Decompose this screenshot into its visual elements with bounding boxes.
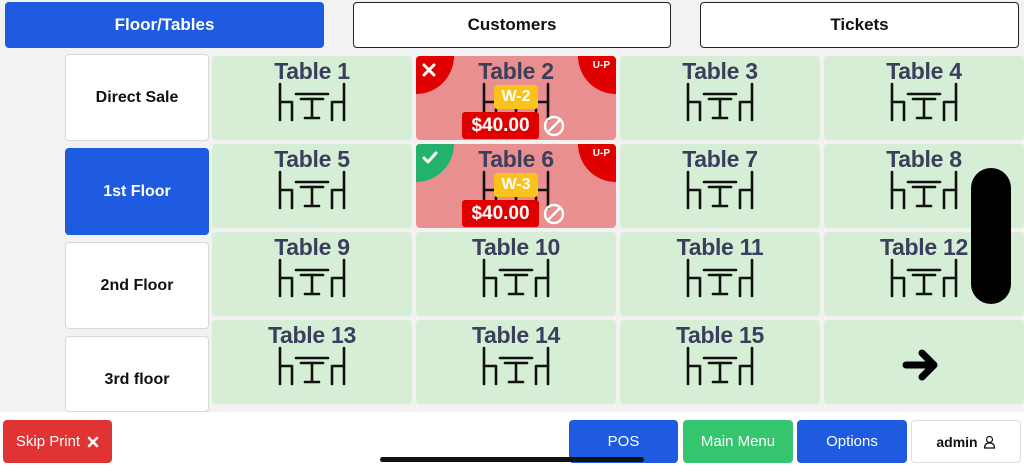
table-cell[interactable]: Table 7 <box>620 144 820 228</box>
check-icon[interactable] <box>416 144 454 182</box>
waiter-badge: W-3 <box>494 173 538 197</box>
table-tag: U-P <box>578 56 616 94</box>
table-tag: U-P <box>578 144 616 182</box>
table-cell[interactable]: Table 2 U-P W-2 $40.00 <box>416 56 616 140</box>
no-service-icon[interactable] <box>543 203 565 225</box>
floor-2nd-floor[interactable]: 2nd Floor <box>65 242 209 329</box>
user-button[interactable]: admin <box>911 420 1021 463</box>
floor-3rd-floor[interactable]: 3rd floor <box>65 336 209 412</box>
table-cell[interactable]: Table 1 <box>212 56 412 140</box>
arrow-right-icon <box>902 349 938 381</box>
table-name: Table 1 <box>274 58 350 84</box>
table-name: Table 15 <box>676 322 764 348</box>
table-amount: $40.00 <box>462 200 539 227</box>
waiter-badge: W-2 <box>494 85 538 109</box>
table-cell[interactable]: Table 11 <box>620 232 820 316</box>
table-name: Table 9 <box>274 234 350 260</box>
tab-tickets[interactable]: Tickets <box>700 2 1019 48</box>
no-service-icon[interactable] <box>543 115 565 137</box>
table-cell[interactable]: Table 15 <box>620 320 820 404</box>
table-cell[interactable]: Table 9 <box>212 232 412 316</box>
user-name: admin <box>936 433 978 450</box>
table-cell[interactable]: Table 14 <box>416 320 616 404</box>
next-page-button[interactable] <box>824 320 1024 404</box>
table-cell[interactable]: Table 5 <box>212 144 412 228</box>
skip-print-label: Skip Print <box>15 433 81 450</box>
close-icon <box>87 436 99 447</box>
table-amount: $40.00 <box>462 112 539 139</box>
options-button[interactable]: Options <box>797 420 907 463</box>
cancel-icon[interactable] <box>416 56 454 94</box>
table-cell[interactable]: Table 13 <box>212 320 412 404</box>
table-name: Table 3 <box>682 58 758 84</box>
skip-print-button[interactable]: Skip Print <box>3 420 112 463</box>
scroll-handle[interactable] <box>971 168 1011 304</box>
floor-direct-sale[interactable]: Direct Sale <box>65 54 209 141</box>
main-menu-button[interactable]: Main Menu <box>683 420 793 463</box>
table-name: Table 13 <box>268 322 356 348</box>
table-name: Table 11 <box>676 234 764 260</box>
tab-customers[interactable]: Customers <box>353 2 671 48</box>
table-cell[interactable]: Table 4 <box>824 56 1024 140</box>
tab-floor-tables[interactable]: Floor/Tables <box>5 2 324 48</box>
table-cell[interactable]: Table 6 U-P W-3 $40.00 <box>416 144 616 228</box>
table-cell[interactable]: Table 3 <box>620 56 820 140</box>
table-name: Table 7 <box>682 146 758 172</box>
floor-1st-floor[interactable]: 1st Floor <box>65 148 209 235</box>
home-indicator <box>380 457 644 462</box>
table-name: Table 14 <box>472 322 560 348</box>
table-name: Table 5 <box>274 146 350 172</box>
table-name: Table 4 <box>886 58 962 84</box>
user-icon <box>983 435 995 449</box>
table-cell[interactable]: Table 10 <box>416 232 616 316</box>
table-name: Table 10 <box>472 234 560 260</box>
